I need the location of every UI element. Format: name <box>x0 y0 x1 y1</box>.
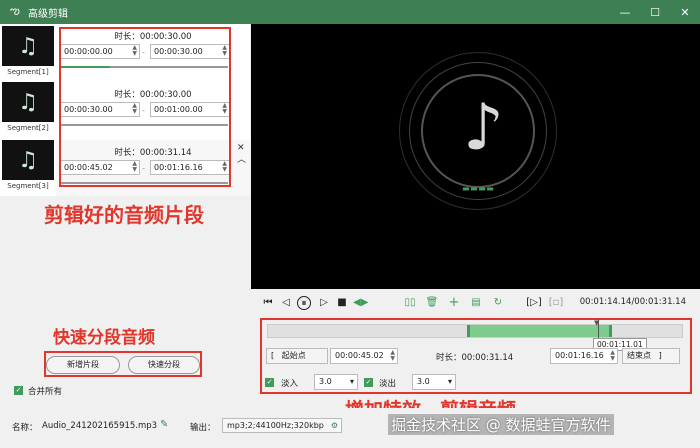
volume-icon[interactable]: ◀▶ <box>353 296 368 310</box>
equalizer-icon: ▬ ▬ ▬ ▬ <box>462 184 494 193</box>
timeline-track[interactable] <box>267 324 683 338</box>
merge-all-checkbox[interactable]: ✓ <box>14 386 23 395</box>
merge-all-label: 合并所有 <box>28 387 63 397</box>
quick-split-button[interactable]: 快速分段 <box>128 356 200 374</box>
set-start-button[interactable]: [ 起始点 <box>266 348 328 364</box>
undo-icon[interactable]: ↻ <box>491 296 505 310</box>
music-note-icon: ♫ <box>18 147 38 173</box>
stop-icon[interactable]: ■ <box>335 296 349 310</box>
step-back-icon[interactable]: ◁ <box>279 296 293 310</box>
fade-in-checkbox[interactable]: ✓ <box>265 378 274 387</box>
output-format-field[interactable]: mp3;2;44100Hz;320kbp ⚙ <box>222 418 342 433</box>
chevron-up-icon[interactable]: ︿ <box>237 154 246 166</box>
thumbnail-label: Segment[3] <box>7 182 49 190</box>
pause-icon[interactable]: ⏸ <box>297 296 311 310</box>
music-note-icon: ♪ <box>463 91 504 165</box>
settings-icon[interactable]: ⚙ <box>331 419 338 432</box>
delete-segment-icon[interactable]: ✕ <box>237 142 246 154</box>
preview-segment-icon[interactable]: [▷] <box>525 296 543 310</box>
output-label: 输出： <box>190 423 216 433</box>
music-note-icon: ♫ <box>18 89 38 115</box>
fade-out-checkbox[interactable]: ✓ <box>364 378 373 387</box>
fade-in-label: 淡入 <box>281 379 299 389</box>
segment-thumbnail-1[interactable]: ♫ Segment[1] <box>2 26 54 80</box>
set-end-button[interactable]: 结束点 ] <box>622 348 680 364</box>
player-controls: ⏮ ◁ ⏸ ▷ ■ ◀▶ ▯▯ 🗑 + ▤ ↻ [▷] [▫] 00:01:14… <box>251 289 700 317</box>
add-icon[interactable]: + <box>447 296 461 310</box>
app-logo-icon: ఌ <box>10 4 20 17</box>
copy-icon[interactable]: ▤ <box>469 296 483 310</box>
trim-start-input[interactable]: 00:00:45.02 ▲ ▼ <box>330 348 398 364</box>
name-label: 名称： <box>12 423 38 433</box>
music-note-icon: ♫ <box>18 33 38 59</box>
playback-time: 00:01:14.14/00:01:31.14 <box>579 297 686 307</box>
window-title: 高级剪辑 <box>28 8 68 20</box>
close-window-button[interactable]: ✕ <box>670 0 700 24</box>
segment-thumbnails: ♫ Segment[1] ♫ Segment[2] ♫ Segment[3] <box>0 24 56 196</box>
segment-thumbnail-2[interactable]: ♫ Segment[2] <box>2 82 54 136</box>
trim-end-input[interactable]: 00:01:16.16 ▲ ▼ <box>550 348 618 364</box>
annotation-segments: 剪辑好的音频片段 <box>44 203 204 227</box>
annotation-split: 快速分段音频 <box>53 328 155 348</box>
preview-panel: ♪ ▬ ▬ ▬ ▬ <box>251 24 700 289</box>
add-segment-button[interactable]: 新增片段 <box>46 356 120 374</box>
fade-out-label: 淡出 <box>379 379 397 389</box>
trim-duration: 时长：00:00:31.14 <box>436 353 514 363</box>
maximize-button[interactable]: ☐ <box>640 0 670 24</box>
trim-row: [ 起始点 00:00:45.02 ▲ ▼ 时长：00:00:31.14 00:01… <box>264 348 684 364</box>
delete-icon[interactable]: 🗑 <box>425 296 439 310</box>
playhead-marker-icon: ▼ <box>594 319 600 327</box>
preview-range-icon[interactable]: [▫] <box>547 296 565 310</box>
dropdown-arrow-icon: ▾ <box>349 377 354 386</box>
timeline-selection[interactable] <box>466 325 612 337</box>
fade-in-select[interactable]: 3.0 ▾ <box>314 374 358 390</box>
segment-thumbnail-3[interactable]: ♫ Segment[3] <box>2 140 54 194</box>
thumbnail-label: Segment[2] <box>7 124 49 132</box>
watermark: 掘金技术社区 @ 数据蛙官方软件 <box>388 414 614 435</box>
title-bar: ఌ 高级剪辑 — ☐ ✕ <box>0 0 700 24</box>
thumbnail-label: Segment[1] <box>7 68 49 76</box>
dropdown-arrow-icon: ▾ <box>447 377 452 386</box>
skip-start-icon[interactable]: ⏮ <box>261 296 275 310</box>
edit-name-icon[interactable]: ✎ <box>160 419 168 430</box>
split-icon[interactable]: ▯▯ <box>403 296 417 310</box>
minimize-button[interactable]: — <box>610 0 640 24</box>
fade-out-select[interactable]: 3.0 ▾ <box>412 374 456 390</box>
file-name: Audio_241202165915.mp3 <box>42 421 158 431</box>
annotation-box-segments <box>59 27 231 187</box>
step-forward-icon[interactable]: ▷ <box>317 296 331 310</box>
